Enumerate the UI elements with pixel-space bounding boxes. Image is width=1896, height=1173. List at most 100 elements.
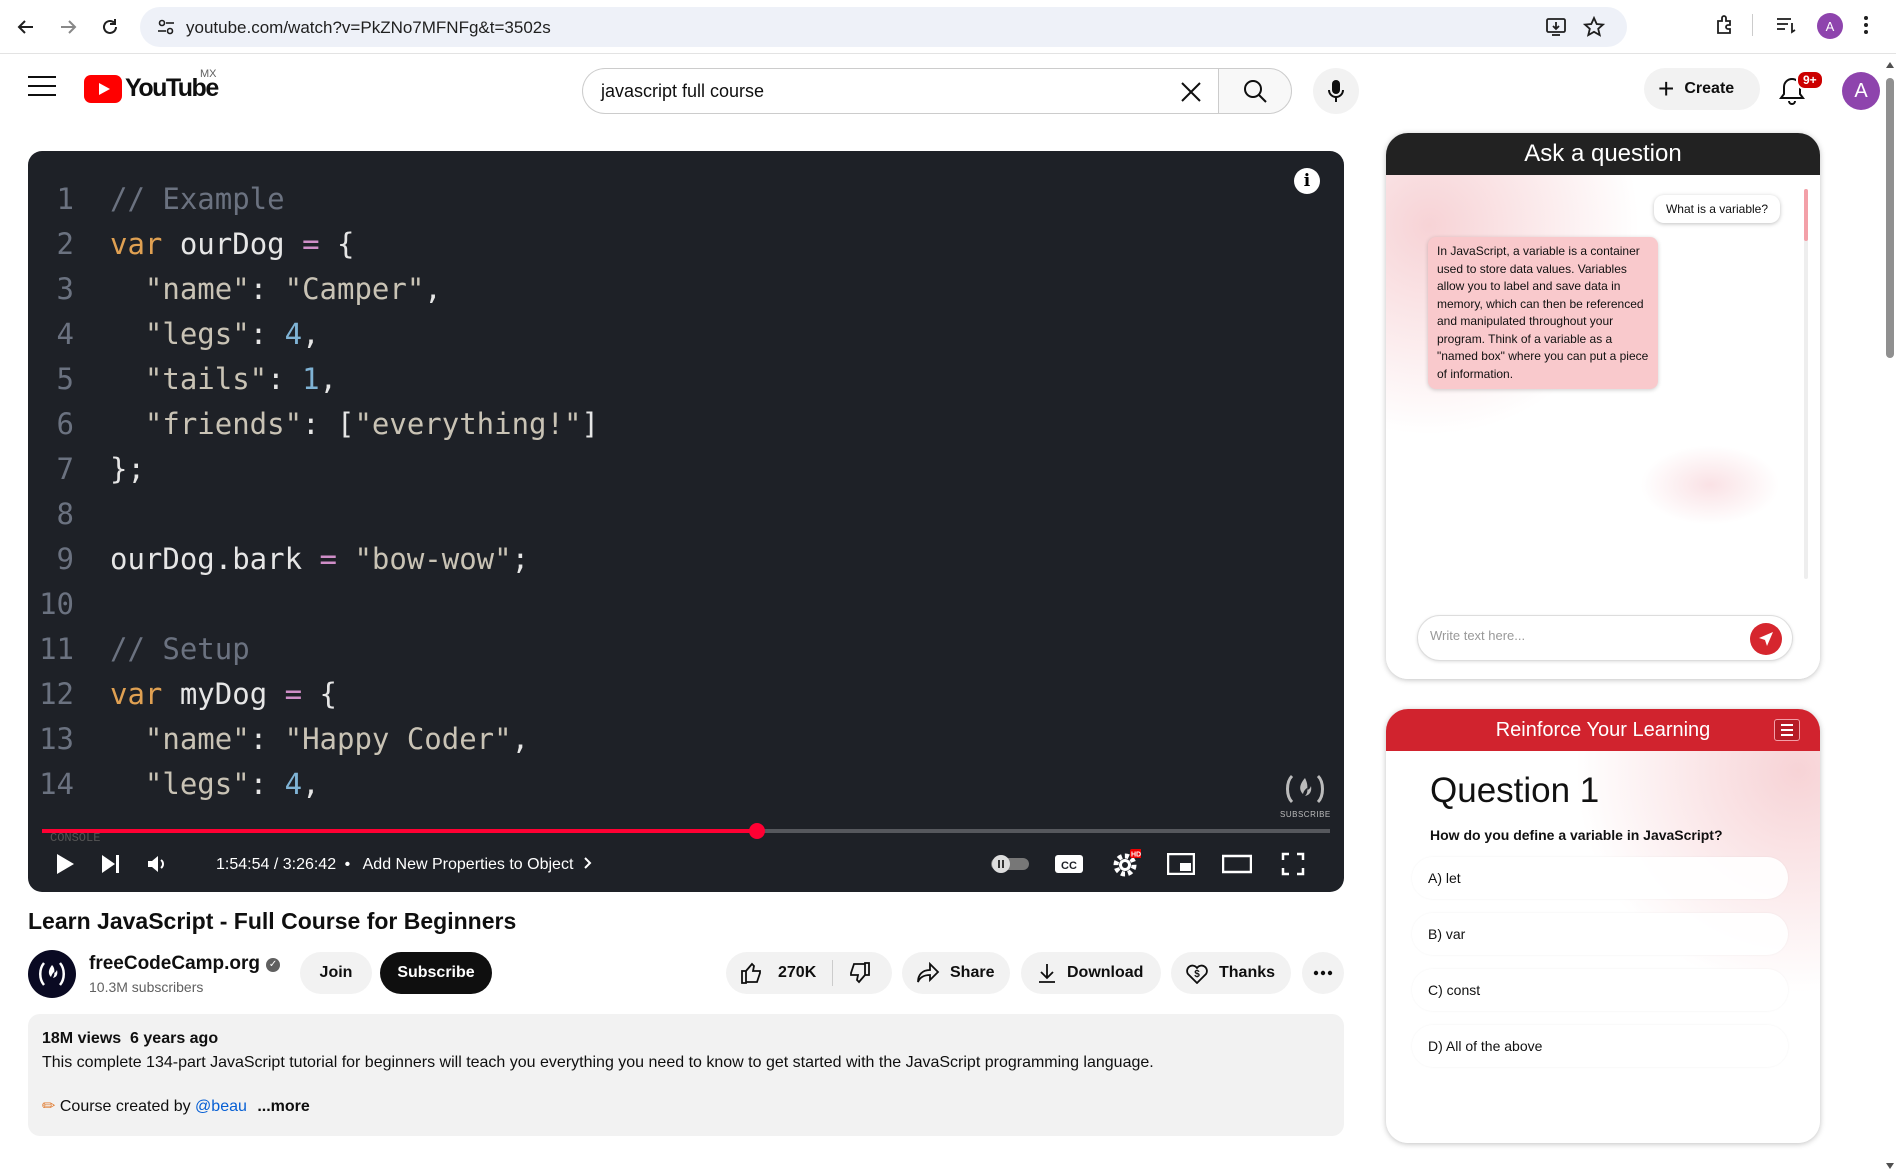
- svg-text:CC: CC: [1061, 860, 1077, 872]
- assistant-message: In JavaScript, a variable is a container…: [1428, 237, 1658, 389]
- code-line: 3 "name": "Camper",: [28, 267, 1344, 312]
- chat-input[interactable]: [1430, 628, 1730, 643]
- show-more-link[interactable]: ...more: [257, 1098, 309, 1115]
- code-line: 12 var myDog = {: [28, 672, 1344, 717]
- channel-watermark[interactable]: SUBSCRIBE: [1280, 773, 1330, 819]
- plus-icon: +: [1658, 73, 1675, 104]
- line-number: 11: [39, 632, 74, 666]
- code-line: 11 // Setup: [28, 627, 1344, 672]
- captions-button[interactable]: CC: [1050, 847, 1088, 881]
- share-button[interactable]: Share: [902, 952, 1010, 994]
- channel-avatar[interactable]: [28, 950, 76, 998]
- code-line: 14 "legs": 4,: [28, 762, 1344, 807]
- extensions-icon[interactable]: [1713, 13, 1737, 42]
- chat-scrollbar[interactable]: [1804, 189, 1808, 579]
- progress-scrubber[interactable]: [748, 823, 765, 839]
- chevron-right-icon[interactable]: [584, 856, 592, 873]
- search-query: javascript full course: [601, 81, 765, 101]
- thanks-button[interactable]: $ Thanks: [1171, 952, 1291, 994]
- answer-option-a[interactable]: A) let: [1412, 857, 1788, 899]
- fullscreen-icon: [1281, 852, 1305, 876]
- send-button[interactable]: [1750, 623, 1782, 655]
- download-button[interactable]: Download: [1021, 952, 1161, 994]
- theater-mode-icon: [1222, 854, 1252, 874]
- answer-option-b[interactable]: B) var: [1412, 913, 1788, 955]
- quiz-panel-title: Reinforce Your Learning: [1495, 718, 1711, 741]
- answer-option-c[interactable]: C) const: [1412, 969, 1788, 1011]
- svg-text:HD: HD: [1131, 852, 1141, 859]
- menu-icon[interactable]: [28, 76, 56, 102]
- subscribe-button[interactable]: Subscribe: [380, 952, 492, 994]
- watermark-subscribe: SUBSCRIBE: [1280, 810, 1331, 819]
- reading-list-icon[interactable]: [1774, 13, 1798, 42]
- reload-icon[interactable]: [96, 13, 124, 41]
- page-scrollbar-thumb[interactable]: [1886, 78, 1894, 358]
- subscriber-count: 10.3M subscribers: [89, 979, 204, 995]
- site-info-icon[interactable]: [156, 17, 176, 42]
- like-dislike-group: 270K: [726, 952, 892, 994]
- line-number: 6: [56, 407, 74, 441]
- line-number: 2: [56, 227, 74, 261]
- channel-name[interactable]: freeCodeCamp.org ✓: [89, 953, 281, 975]
- line-number: 14: [39, 767, 74, 801]
- code-text: "legs": 4,: [144, 317, 320, 351]
- page-scrollbar[interactable]: [1882, 56, 1896, 1173]
- browser-profile-avatar[interactable]: A: [1817, 13, 1843, 39]
- dislike-button[interactable]: [847, 961, 871, 985]
- quiz-menu-icon[interactable]: [1774, 719, 1800, 741]
- scroll-up-arrow-icon[interactable]: [1886, 62, 1894, 68]
- create-button[interactable]: + Create: [1644, 68, 1760, 110]
- video-player[interactable]: 1 // Example 2 var ourDog = {3 "name": "Cam…: [28, 151, 1344, 892]
- install-app-icon[interactable]: [1545, 16, 1567, 43]
- settings-button[interactable]: HD: [1106, 847, 1146, 881]
- microphone-icon: [1328, 80, 1344, 102]
- chapter-title[interactable]: Add New Properties to Object: [363, 856, 574, 873]
- code-line: 4 "legs": 4,: [28, 312, 1344, 357]
- more-actions-button[interactable]: [1302, 952, 1344, 994]
- autoplay-toggle[interactable]: [988, 847, 1032, 881]
- progress-bar[interactable]: [42, 823, 1330, 839]
- address-bar[interactable]: youtube.com/watch?v=PkZNo7MFNFg&t=3502s: [140, 7, 1627, 47]
- chat-scrollbar-thumb[interactable]: [1804, 189, 1808, 241]
- account-avatar[interactable]: A: [1842, 72, 1880, 110]
- code-text: "tails": 1,: [144, 362, 337, 396]
- search-input[interactable]: javascript full course: [582, 68, 1218, 114]
- region-code: MX: [200, 68, 217, 80]
- answer-option-d[interactable]: D) All of the above: [1412, 1025, 1788, 1067]
- theater-mode-button[interactable]: [1218, 847, 1256, 881]
- thumbs-down-icon: [850, 962, 871, 984]
- youtube-logo[interactable]: YouTube MX: [84, 68, 219, 103]
- mute-button[interactable]: [140, 847, 174, 881]
- time-display: 1:54:54 / 3:26:42 • Add New Properties t…: [216, 856, 592, 874]
- code-text: // Example: [110, 182, 285, 216]
- code-text: "friends": ["everything!"]: [144, 407, 599, 441]
- code-text: // Setup: [110, 632, 250, 666]
- bookmark-star-icon[interactable]: [1582, 15, 1606, 43]
- like-button[interactable]: 270K: [740, 961, 816, 985]
- description-box[interactable]: 18M views 6 years ago This complete 134-…: [28, 1014, 1344, 1136]
- clear-search-icon[interactable]: [1178, 79, 1204, 110]
- browser-menu-icon[interactable]: [1862, 13, 1870, 42]
- time-current-duration: 1:54:54 / 3:26:42: [216, 856, 337, 873]
- credit-link[interactable]: @beau: [195, 1098, 247, 1115]
- view-meta: 18M views 6 years ago: [42, 1030, 1330, 1048]
- forward-arrow-icon[interactable]: [54, 13, 82, 41]
- scroll-down-arrow-icon[interactable]: [1886, 1163, 1894, 1169]
- thanks-label: Thanks: [1219, 964, 1276, 981]
- join-button[interactable]: Join: [300, 952, 372, 994]
- back-arrow-icon[interactable]: [12, 13, 40, 41]
- play-button[interactable]: [48, 847, 82, 881]
- miniplayer-button[interactable]: [1162, 847, 1200, 881]
- search-button[interactable]: [1218, 68, 1292, 114]
- voice-search-button[interactable]: [1313, 68, 1359, 114]
- next-button[interactable]: [94, 847, 128, 881]
- info-icon[interactable]: i: [1294, 168, 1320, 194]
- fullscreen-button[interactable]: [1274, 847, 1312, 881]
- channel-name-text: freeCodeCamp.org: [89, 953, 261, 974]
- question-text: How do you define a variable in JavaScri…: [1430, 827, 1723, 843]
- code-line: 9 ourDog.bark = "bow-wow";: [28, 537, 1344, 582]
- view-count: 18M views: [42, 1030, 122, 1047]
- code-display: 1 // Example 2 var ourDog = {3 "name": "Cam…: [28, 177, 1344, 807]
- chat-area: What is a variable? In JavaScript, a var…: [1386, 175, 1820, 679]
- line-number: 1: [56, 182, 74, 216]
